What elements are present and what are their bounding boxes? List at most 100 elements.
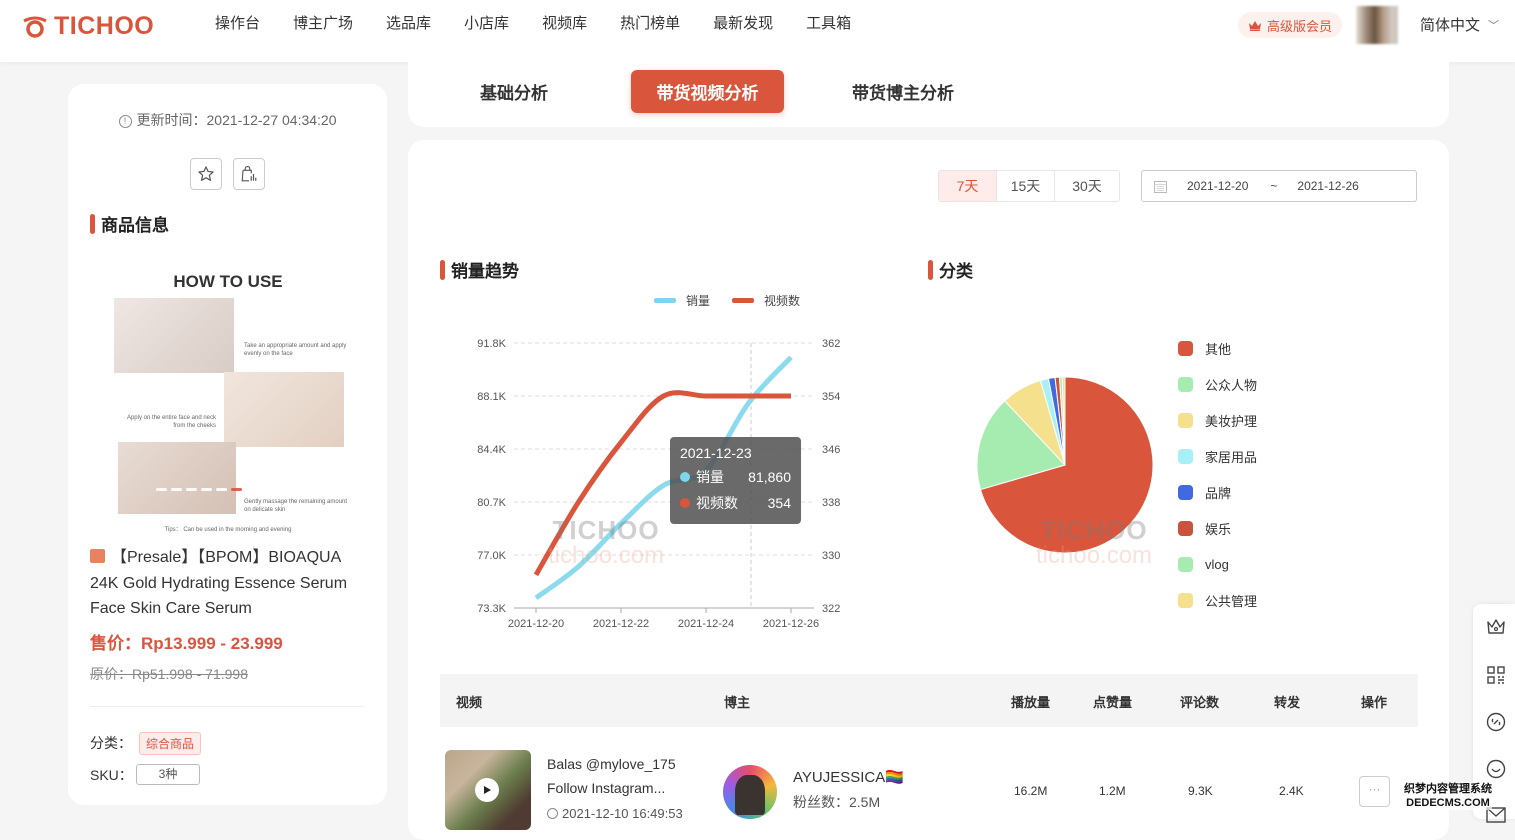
video-thumbnail[interactable] [445, 750, 531, 830]
blogger-avatar[interactable] [723, 765, 777, 819]
header-comments[interactable]: 评论数 [1180, 692, 1219, 711]
product-name[interactable]: 【Presale】【BPOM】BIOAQUA 24K Gold Hydratin… [90, 545, 372, 622]
pie-legend-item[interactable]: 家居用品 [1178, 438, 1257, 474]
user-avatar[interactable] [1356, 6, 1398, 44]
category-label: 分类： [90, 733, 132, 753]
legend-swatch [1178, 341, 1193, 356]
carousel-indicators [156, 488, 246, 491]
add-to-selection-button[interactable] [233, 158, 265, 190]
sku-label: SKU： [90, 765, 133, 785]
legend-label: 其他 [1205, 339, 1231, 358]
pie-legend-item[interactable]: 公共管理 [1178, 582, 1257, 618]
carousel-dot[interactable] [186, 488, 197, 491]
pie-legend-item[interactable]: vlog [1178, 546, 1257, 582]
hands-photo [114, 298, 234, 373]
carousel-dot-active[interactable] [231, 488, 242, 491]
language-selector[interactable]: 简体中文 ﹀ [1420, 14, 1499, 35]
crown-icon[interactable] [1485, 616, 1507, 638]
legend-swatch-sales[interactable] [654, 298, 676, 303]
favorite-button[interactable] [190, 158, 222, 190]
shopping-bag-chart-icon [240, 165, 258, 183]
divider [90, 706, 364, 707]
carousel-dot[interactable] [171, 488, 182, 491]
top-navigation-bar: TICHOO 操作台 博主广场 选品库 小店库 视频库 热门榜单 最新发现 工具… [0, 0, 1515, 62]
y-left-tick-label: 88.1K [477, 391, 506, 403]
analysis-tabs: 基础分析 带货视频分析 带货博主分析 [408, 62, 1449, 127]
range-15-days[interactable]: 15天 [997, 171, 1055, 201]
tab-basic-analysis[interactable]: 基础分析 [448, 70, 580, 113]
header-likes[interactable]: 点赞量 [1093, 692, 1132, 711]
legend-label-videos[interactable]: 视频数 [764, 292, 800, 309]
table-row: Balas @mylove_175 Follow Instagram... 20… [440, 740, 1418, 840]
start-date[interactable]: 2021-12-20 [1187, 179, 1248, 193]
y-left-tick-label: 91.8K [477, 338, 506, 350]
pie-legend-item[interactable]: 娱乐 [1178, 510, 1257, 546]
product-image[interactable]: HOW TO USE Take an appropriate amount an… [104, 262, 352, 530]
sales-trend-title-text: 销量趋势 [451, 257, 519, 282]
video-analysis-panel: 7天 15天 30天 2021-12-20 ~ 2021-12-26 销量趋势 … [408, 140, 1449, 840]
tooltip-label-videos: 视频数 [696, 493, 738, 513]
header-plays[interactable]: 播放量 [1011, 692, 1050, 711]
plays-value: 16.2M [1014, 784, 1047, 798]
tooltip-value-sales: 81,860 [748, 469, 791, 485]
sku-count[interactable]: 3种 [136, 764, 200, 785]
range-30-days[interactable]: 30天 [1055, 171, 1119, 201]
info-icon: ! [119, 115, 132, 128]
link-icon[interactable] [1485, 711, 1507, 733]
nav-item-video-library[interactable]: 视频库 [542, 14, 587, 34]
vip-badge[interactable]: 高级版会员 [1238, 12, 1342, 38]
service-icon[interactable] [1485, 758, 1507, 780]
video-title-line2: Follow Instagram... [547, 776, 707, 800]
nav-item-blogger-square[interactable]: 博主广场 [293, 14, 353, 34]
crown-icon [1248, 20, 1262, 31]
header-shares[interactable]: 转发 [1274, 692, 1300, 711]
nav-item-dashboard[interactable]: 操作台 [215, 14, 260, 34]
nav-item-toolbox[interactable]: 工具箱 [806, 14, 851, 34]
play-icon [482, 785, 492, 795]
step1-text: Take an appropriate amount and apply eve… [244, 342, 349, 358]
date-separator: ~ [1270, 179, 1277, 193]
tooltip-row-videos: 视频数 354 [680, 493, 791, 513]
qrcode-icon[interactable] [1485, 664, 1507, 686]
y-right-tick-label: 346 [822, 444, 840, 456]
y-right-tick-label: 322 [822, 603, 840, 615]
title-accent-bar [90, 214, 95, 234]
nav-item-discover[interactable]: 最新发现 [713, 14, 773, 34]
logo-text: TICHOO [54, 12, 154, 41]
legend-swatch [1178, 413, 1193, 428]
carousel-dot[interactable] [201, 488, 212, 491]
legend-swatch [1178, 377, 1193, 392]
legend-swatch-videos[interactable] [732, 298, 754, 303]
carousel-dot[interactable] [216, 488, 227, 491]
pie-legend-item[interactable]: 品牌 [1178, 474, 1257, 510]
nav-item-shop-library[interactable]: 小店库 [464, 14, 509, 34]
product-info-card: !更新时间：2021-12-27 04:34:20 商品信息 HOW TO US… [68, 84, 387, 805]
category-tag[interactable]: 综合商品 [139, 732, 201, 755]
legend-label-sales[interactable]: 销量 [686, 292, 710, 309]
table-header: 视频 博主 播放量 点赞量 评论数 转发 操作 [440, 674, 1418, 727]
legend-label: 家居用品 [1205, 447, 1257, 466]
carousel-dot[interactable] [156, 488, 167, 491]
tab-blogger-analysis[interactable]: 带货博主分析 [838, 70, 968, 113]
nav-item-product-library[interactable]: 选品库 [386, 14, 431, 34]
range-7-days[interactable]: 7天 [939, 171, 997, 201]
pie-legend-item[interactable]: 美妆护理 [1178, 402, 1257, 438]
end-date[interactable]: 2021-12-26 [1297, 179, 1358, 193]
calendar-icon [1154, 180, 1167, 193]
legend-label: 品牌 [1205, 483, 1231, 502]
play-button[interactable] [475, 778, 499, 802]
star-icon [197, 165, 215, 183]
tichoo-logo[interactable]: TICHOO [22, 12, 154, 41]
category-title: 分类 [928, 257, 973, 282]
nav-item-rankings[interactable]: 热门榜单 [620, 14, 680, 34]
tab-video-analysis[interactable]: 带货视频分析 [631, 70, 784, 113]
pie-legend-item[interactable]: 其他 [1178, 330, 1257, 366]
more-actions-button[interactable]: ··· [1359, 776, 1390, 807]
face-photo-2 [118, 442, 236, 514]
pie-legend-item[interactable]: 公众人物 [1178, 366, 1257, 402]
step2-text: Apply on the entire face and neck from t… [116, 414, 216, 430]
blogger-name[interactable]: AYUJESSICA🏳️‍🌈 [793, 768, 904, 786]
y-right-tick-label: 362 [822, 338, 840, 350]
video-title[interactable]: Balas @mylove_175 Follow Instagram... [547, 752, 707, 800]
date-range-picker[interactable]: 2021-12-20 ~ 2021-12-26 [1141, 170, 1417, 202]
